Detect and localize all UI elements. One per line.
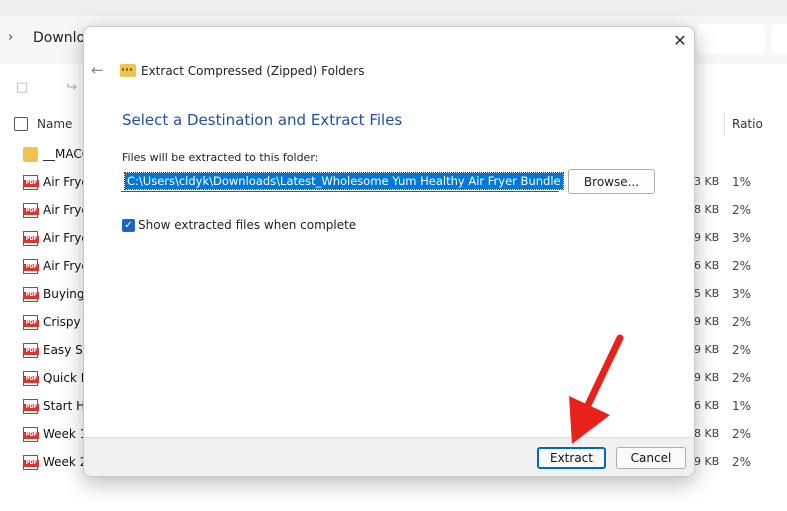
file-name: Air Frye bbox=[43, 259, 89, 273]
pdf-file-icon: PDF bbox=[23, 231, 39, 246]
file-size: 8 KB bbox=[694, 427, 720, 440]
file-name: Week 2 bbox=[43, 455, 88, 469]
address-extra-box[interactable] bbox=[772, 24, 787, 54]
pdf-file-icon: PDF bbox=[23, 287, 39, 302]
share-icon[interactable]: ↪ bbox=[66, 80, 84, 96]
select-all-checkbox[interactable] bbox=[14, 117, 28, 131]
file-name: Buying bbox=[43, 287, 85, 301]
folder-icon bbox=[23, 147, 38, 162]
browse-button[interactable]: Browse... bbox=[568, 169, 655, 194]
file-name: Air Frye bbox=[43, 231, 89, 245]
dialog-footer: Extract Cancel bbox=[84, 437, 694, 476]
dialog-title: Extract Compressed (Zipped) Folders bbox=[141, 64, 365, 78]
rename-icon[interactable]: □ bbox=[16, 80, 34, 96]
file-ratio: 2% bbox=[732, 315, 752, 329]
pdf-file-icon: PDF bbox=[23, 399, 39, 414]
file-size: 3 KB bbox=[694, 175, 720, 188]
file-size: 8 KB bbox=[694, 203, 720, 216]
file-ratio: 2% bbox=[732, 371, 752, 385]
window-top-strip bbox=[0, 0, 787, 16]
pdf-file-icon: PDF bbox=[23, 259, 39, 274]
file-ratio: 1% bbox=[732, 175, 752, 189]
file-ratio: 2% bbox=[732, 455, 752, 469]
file-size: 9 KB bbox=[694, 231, 720, 244]
file-ratio: 2% bbox=[732, 343, 752, 357]
file-ratio: 3% bbox=[732, 231, 752, 245]
file-size: 9 KB bbox=[694, 371, 720, 384]
column-divider bbox=[724, 112, 725, 136]
close-icon[interactable]: ✕ bbox=[671, 31, 689, 51]
pdf-file-icon: PDF bbox=[23, 455, 39, 470]
extract-button[interactable]: Extract bbox=[537, 447, 606, 469]
pdf-file-icon: PDF bbox=[23, 371, 39, 386]
file-size: 9 KB bbox=[694, 315, 720, 328]
breadcrumb[interactable]: Downlo bbox=[33, 30, 85, 46]
file-ratio: 2% bbox=[732, 259, 752, 273]
file-name: Air Frye bbox=[43, 203, 89, 217]
pdf-file-icon: PDF bbox=[23, 315, 39, 330]
file-ratio: 1% bbox=[732, 399, 752, 413]
destination-path-text[interactable]: C:\Users\cldyk\Downloads\Latest_Wholesom… bbox=[124, 172, 564, 190]
show-files-label[interactable]: Show extracted files when complete bbox=[138, 218, 356, 232]
file-ratio: 2% bbox=[732, 203, 752, 217]
extract-dialog: ✕ ← Extract Compressed (Zipped) Folders … bbox=[83, 26, 695, 477]
file-ratio: 2% bbox=[732, 427, 752, 441]
pdf-file-icon: PDF bbox=[23, 203, 39, 218]
column-header-ratio[interactable]: Ratio bbox=[732, 117, 763, 131]
file-size: 5 KB bbox=[694, 287, 720, 300]
file-name: Air Frye bbox=[43, 175, 89, 189]
destination-input[interactable]: C:\Users\cldyk\Downloads\Latest_Wholesom… bbox=[121, 171, 564, 192]
show-files-checkbox[interactable]: ✓ bbox=[122, 219, 135, 232]
back-arrow-icon[interactable]: ← bbox=[91, 61, 104, 79]
file-size: 9 KB bbox=[694, 343, 720, 356]
pdf-file-icon: PDF bbox=[23, 427, 39, 442]
pdf-file-icon: PDF bbox=[23, 175, 39, 190]
pdf-file-icon: PDF bbox=[23, 343, 39, 358]
zip-folder-icon bbox=[120, 64, 136, 77]
dialog-heading: Select a Destination and Extract Files bbox=[122, 111, 403, 129]
search-box[interactable] bbox=[697, 24, 765, 54]
cancel-button[interactable]: Cancel bbox=[616, 447, 686, 469]
column-header-name[interactable]: Name bbox=[37, 117, 72, 131]
chevron-right-icon[interactable]: › bbox=[8, 30, 13, 45]
file-name: Week 1 bbox=[43, 427, 88, 441]
file-size: 6 KB bbox=[694, 259, 720, 272]
file-size: 6 KB bbox=[694, 399, 720, 412]
file-size: 9 KB bbox=[694, 455, 720, 468]
destination-label: Files will be extracted to this folder: bbox=[122, 151, 319, 164]
file-ratio: 3% bbox=[732, 287, 752, 301]
